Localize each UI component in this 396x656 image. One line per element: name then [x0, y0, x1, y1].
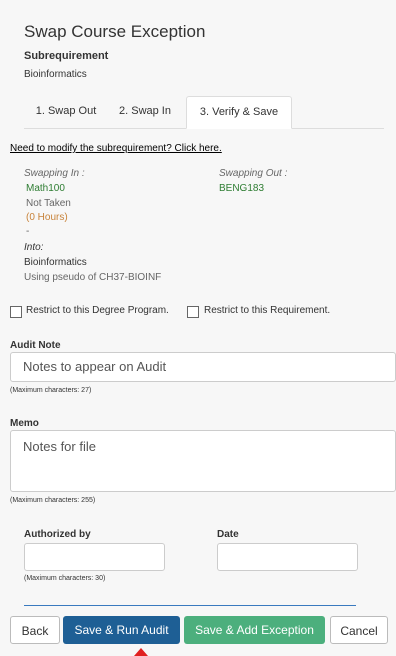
save-run-audit-button[interactable]: Save & Run Audit — [63, 616, 180, 644]
authorized-by-label: Authorized by — [24, 529, 91, 540]
audit-note-input[interactable]: Notes to appear on Audit — [10, 352, 396, 382]
authorized-by-input[interactable] — [24, 543, 165, 571]
wizard-tabs: 1. Swap Out 2. Swap In 3. Verify & Save — [24, 96, 384, 129]
back-button[interactable]: Back — [10, 616, 60, 644]
dialog-title: Swap Course Exception — [24, 22, 206, 41]
tab-swap-out[interactable]: 1. Swap Out — [24, 96, 108, 127]
subrequirement-value: Bioinformatics — [24, 69, 87, 80]
pseudo-note: Using pseudo of CH37-BIOINF — [24, 272, 162, 283]
swap-out-course: BENG183 — [219, 183, 265, 194]
memo-label: Memo — [10, 418, 39, 429]
cancel-button[interactable]: Cancel — [330, 616, 388, 644]
swap-in-course: Math100 — [26, 183, 65, 194]
course-hours: (0 Hours) — [26, 212, 68, 223]
pointer-caret-icon — [134, 648, 148, 656]
date-label: Date — [217, 529, 239, 540]
authorized-by-hint: (Maximum characters: 30) — [24, 575, 106, 582]
restrict-degree-program-label[interactable]: Restrict to this Degree Program. — [26, 305, 169, 316]
audit-note-label: Audit Note — [10, 340, 61, 351]
course-status: Not Taken — [26, 198, 71, 209]
into-value: Bioinformatics — [24, 257, 87, 268]
memo-hint: (Maximum characters: 255) — [10, 497, 96, 504]
date-input[interactable] — [217, 543, 358, 571]
restrict-requirement-checkbox[interactable] — [187, 306, 199, 318]
restrict-requirement-label[interactable]: Restrict to this Requirement. — [204, 305, 330, 316]
course-dash: - — [26, 226, 30, 237]
tab-verify-save[interactable]: 3. Verify & Save — [186, 96, 292, 129]
memo-textarea[interactable]: Notes for file — [10, 430, 396, 492]
subrequirement-label: Subrequirement — [24, 50, 109, 62]
save-add-exception-button[interactable]: Save & Add Exception — [184, 616, 325, 644]
restrict-degree-program-checkbox[interactable] — [10, 306, 22, 318]
swap-course-exception-panel: Swap Course Exception Subrequirement Bio… — [0, 0, 396, 656]
footer-divider — [24, 605, 356, 606]
tab-swap-in[interactable]: 2. Swap In — [112, 96, 178, 127]
modify-subrequirement-link[interactable]: Need to modify the subrequirement? Click… — [10, 143, 222, 154]
audit-note-hint: (Maximum characters: 27) — [10, 387, 92, 394]
swapping-out-heading: Swapping Out : — [219, 168, 288, 179]
swapping-in-heading: Swapping In : — [24, 168, 85, 179]
into-label: Into: — [24, 242, 44, 253]
